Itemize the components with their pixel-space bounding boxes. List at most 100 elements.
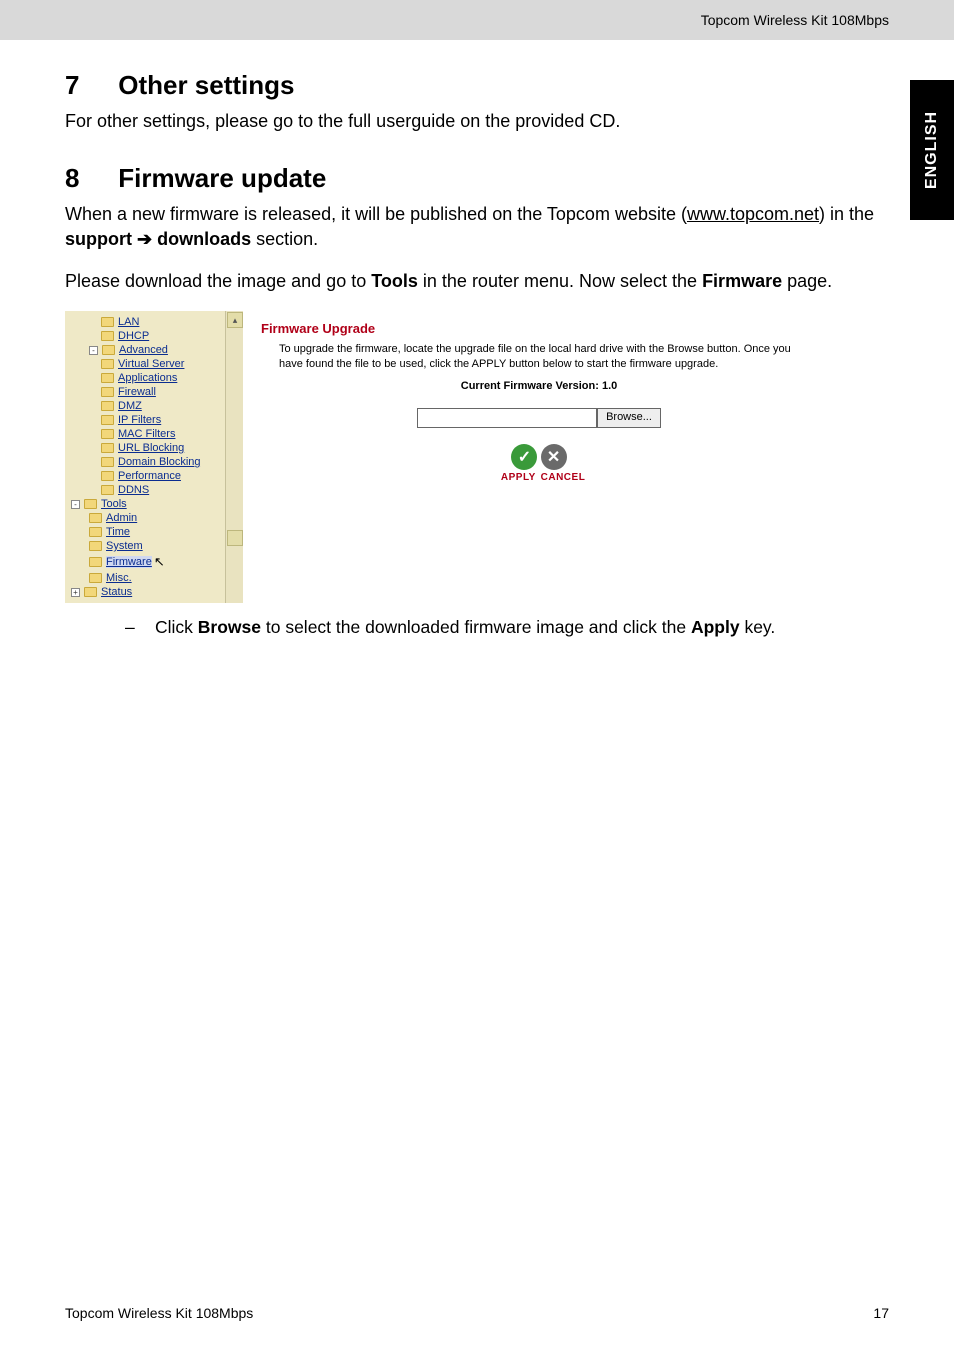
bullet-apply: Apply — [691, 617, 740, 637]
folder-icon — [89, 513, 102, 523]
header-product: Topcom Wireless Kit 108Mbps — [701, 12, 889, 28]
section-8-heading: 8 Firmware update — [65, 163, 889, 194]
language-tab-label: ENGLISH — [923, 111, 941, 189]
tree-item-firmware[interactable]: Firmware↖ — [71, 553, 221, 571]
tree-item-admin[interactable]: Admin — [71, 511, 221, 525]
support-word: support — [65, 229, 132, 249]
footer-page-number: 17 — [873, 1305, 889, 1321]
arrow-icon: ➔ — [137, 229, 152, 249]
tree-link-perf: Performance — [118, 470, 181, 482]
tree-link-ipf: IP Filters — [118, 414, 161, 426]
tree-item-applications[interactable]: Applications — [71, 371, 221, 385]
folder-icon — [101, 387, 114, 397]
section-8-text-big-c: page. — [782, 271, 832, 291]
tree-link-dhcp: DHCP — [118, 330, 149, 342]
collapse-icon[interactable]: - — [89, 346, 98, 355]
bullet-text: Click Browse to select the downloaded fi… — [155, 617, 775, 638]
folder-icon — [89, 557, 102, 567]
folder-icon — [101, 373, 114, 383]
section-8-para-2: Please download the image and go to Tool… — [65, 269, 889, 293]
section-8-title: Firmware update — [118, 163, 326, 193]
firmware-upgrade-panel: Firmware Upgrade To upgrade the firmware… — [243, 311, 835, 603]
tree-link-tools: Tools — [101, 498, 127, 510]
cancel-button[interactable]: ✕ — [541, 444, 567, 470]
firmware-file-row: Browse... — [261, 408, 817, 428]
tree-item-status[interactable]: + Status — [71, 585, 221, 599]
bullet-b: to select the downloaded firmware image … — [261, 617, 691, 637]
scroll-up-icon[interactable]: ▴ — [227, 312, 243, 328]
section-8-number: 8 — [65, 163, 111, 194]
bullet-a: Click — [155, 617, 198, 637]
bullet-dash: – — [125, 617, 155, 638]
tree-link-advanced: Advanced — [119, 344, 168, 356]
footer-product: Topcom Wireless Kit 108Mbps — [65, 1305, 253, 1321]
folder-icon — [101, 415, 114, 425]
tree-link-admin: Admin — [106, 512, 137, 524]
section-8-text-a: When a new firmware is released, it will… — [65, 204, 687, 224]
tree-link-urlb: URL Blocking — [118, 442, 184, 454]
tree-item-advanced[interactable]: - Advanced — [71, 343, 221, 357]
topcom-link[interactable]: www.topcom.net — [687, 204, 819, 224]
bullet-c: key. — [740, 617, 776, 637]
folder-icon — [101, 471, 114, 481]
page-footer: Topcom Wireless Kit 108Mbps 17 — [65, 1305, 889, 1321]
cursor-icon: ↖ — [154, 554, 165, 570]
folder-icon — [101, 331, 114, 341]
browse-button[interactable]: Browse... — [597, 408, 661, 428]
folder-icon — [89, 527, 102, 537]
firmware-upgrade-title: Firmware Upgrade — [261, 321, 817, 336]
folder-icon — [101, 485, 114, 495]
scroll-thumb[interactable] — [227, 530, 243, 546]
router-nav-tree: LAN DHCP - Advanced Virtual Server Applic… — [65, 311, 225, 603]
tools-word: Tools — [371, 271, 418, 291]
folder-icon — [102, 345, 115, 355]
tree-item-performance[interactable]: Performance — [71, 469, 221, 483]
section-8-text-b: ) in the — [819, 204, 874, 224]
folder-icon — [101, 317, 114, 327]
scrollbar[interactable]: ▴ — [225, 311, 243, 603]
section-7-heading: 7 Other settings — [65, 70, 889, 101]
tree-item-mac-filters[interactable]: MAC Filters — [71, 427, 221, 441]
tree-item-dhcp[interactable]: DHCP — [71, 329, 221, 343]
instruction-bullet: – Click Browse to select the downloaded … — [125, 617, 889, 638]
tree-item-lan[interactable]: LAN — [71, 315, 221, 329]
tree-item-firewall[interactable]: Firewall — [71, 385, 221, 399]
tree-link-misc: Misc. — [106, 572, 132, 584]
apply-button[interactable]: ✓ — [511, 444, 537, 470]
expand-icon[interactable]: + — [71, 588, 80, 597]
folder-icon — [101, 443, 114, 453]
tree-link-system: System — [106, 540, 143, 552]
tree-item-system[interactable]: System — [71, 539, 221, 553]
tree-link-lan: LAN — [118, 316, 139, 328]
tree-link-macf: MAC Filters — [118, 428, 175, 440]
firmware-file-input[interactable] — [417, 408, 597, 428]
folder-icon — [84, 587, 97, 597]
tree-item-misc[interactable]: Misc. — [71, 571, 221, 585]
collapse-icon[interactable]: - — [71, 500, 80, 509]
section-8-text-d: Please download the image and go to — [65, 271, 371, 291]
section-8-para-1: When a new firmware is released, it will… — [65, 202, 889, 251]
tree-item-ip-filters[interactable]: IP Filters — [71, 413, 221, 427]
tree-item-dmz[interactable]: DMZ — [71, 399, 221, 413]
tree-link-ddns: DDNS — [118, 484, 149, 496]
apply-label: APPLY — [499, 472, 537, 483]
folder-icon — [101, 359, 114, 369]
tree-item-ddns[interactable]: DDNS — [71, 483, 221, 497]
section-7-number: 7 — [65, 70, 111, 101]
page-header: Topcom Wireless Kit 108Mbps — [0, 0, 954, 40]
section-8-text-e: in the router menu. Now select the — [418, 271, 702, 291]
tree-item-tools[interactable]: - Tools — [71, 497, 221, 511]
tree-item-url-blocking[interactable]: URL Blocking — [71, 441, 221, 455]
tree-item-time[interactable]: Time — [71, 525, 221, 539]
folder-icon — [101, 401, 114, 411]
folder-icon — [101, 429, 114, 439]
downloads-word: downloads — [157, 229, 251, 249]
cancel-label: CANCEL — [541, 472, 579, 483]
section-7-text: For other settings, please go to the ful… — [65, 109, 889, 133]
section-7-title: Other settings — [118, 70, 294, 100]
tree-link-apps: Applications — [118, 372, 177, 384]
tree-link-status: Status — [101, 586, 132, 598]
tree-item-domain-blocking[interactable]: Domain Blocking — [71, 455, 221, 469]
tree-item-virtual-server[interactable]: Virtual Server — [71, 357, 221, 371]
firmware-version-label: Current Firmware Version: 1.0 — [261, 380, 817, 392]
